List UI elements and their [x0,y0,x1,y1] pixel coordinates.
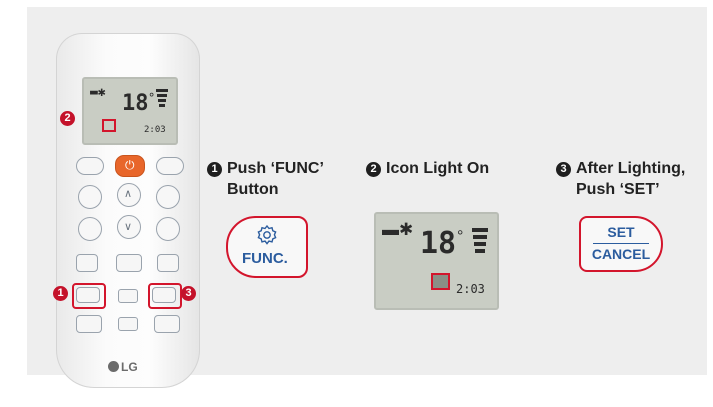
remote-button-jet[interactable] [156,217,180,241]
lcd-closeup-temp: 18 [420,226,457,261]
power-icon: ⏻ [125,158,135,172]
set-divider [593,243,649,244]
remote-button-d[interactable] [76,315,102,333]
remote-lcd-time: 2:03 [144,125,166,135]
remote-button-a[interactable] [76,254,98,272]
lg-logo: LG [108,360,138,374]
func-label: FUNC. [242,250,288,267]
badge-1: 1 [53,286,68,301]
badge-2: 2 [60,111,75,126]
light-icon-closeup [431,273,450,290]
power-button[interactable]: ⏻ [115,155,145,177]
step-3-number: 3 [556,162,571,177]
nav-up-button[interactable] [118,289,138,303]
fan-icon: ▬✱ [90,85,106,100]
step-1-line2: Button [227,181,279,198]
step-3: 3 After Lighting, Push ‘SET’ [556,158,685,200]
remote-button-comfort[interactable] [78,217,102,241]
step-2-line1: Icon Light On [386,160,490,177]
remote-lcd-temp: 18 [122,91,149,116]
signal-bars-icon-large [472,228,488,253]
lg-logo-text: LG [121,360,138,374]
nav-down-button[interactable] [118,317,138,331]
lcd-closeup-time: 2:03 [456,282,485,296]
temp-up-button[interactable]: ∧ [117,183,141,207]
func-button-closeup[interactable]: FUNC. [226,216,308,278]
badge-3: 3 [181,286,196,301]
step-1: 1 Push ‘FUNC’ Button [207,158,324,200]
step-3-line2: Push ‘SET’ [576,181,660,198]
remote-button-c[interactable] [157,254,179,272]
set-button-highlight [148,283,182,309]
remote-lcd-display: ▬✱ 18 ° 2:03 [82,77,178,145]
cancel-label: CANCEL [591,246,651,262]
step-3-line1: After Lighting, [576,160,686,177]
step-2: 2 Icon Light On [366,158,489,179]
step-1-line1: Push ‘FUNC’ [227,160,324,177]
func-button-highlight [72,283,106,309]
fan-icon-large: ▬✱ [382,220,414,239]
set-button-closeup[interactable]: SET CANCEL [579,216,663,272]
step-1-number: 1 [207,162,222,177]
remote-button-swing[interactable] [156,185,180,209]
remote-button-mode[interactable] [76,157,104,175]
remote-lcd-unit: ° [148,91,156,105]
temp-down-button[interactable]: ∨ [117,215,141,239]
remote-button-e[interactable] [154,315,180,333]
step-2-number: 2 [366,162,381,177]
remote-button-timer[interactable] [156,157,184,175]
gear-icon [257,224,277,245]
remote-control: ▬✱ 18 ° 2:03 2 ⏻ ∧ ∨ 1 3 LG [53,33,200,388]
lcd-closeup-unit: ° [457,228,464,245]
remote-button-b[interactable] [116,254,142,272]
lcd-closeup: ▬✱ 18 ° 2:03 [374,212,499,310]
light-icon-highlight [102,119,116,132]
remote-button-fan[interactable] [78,185,102,209]
set-label: SET [607,224,635,240]
signal-bars-icon [156,89,168,109]
